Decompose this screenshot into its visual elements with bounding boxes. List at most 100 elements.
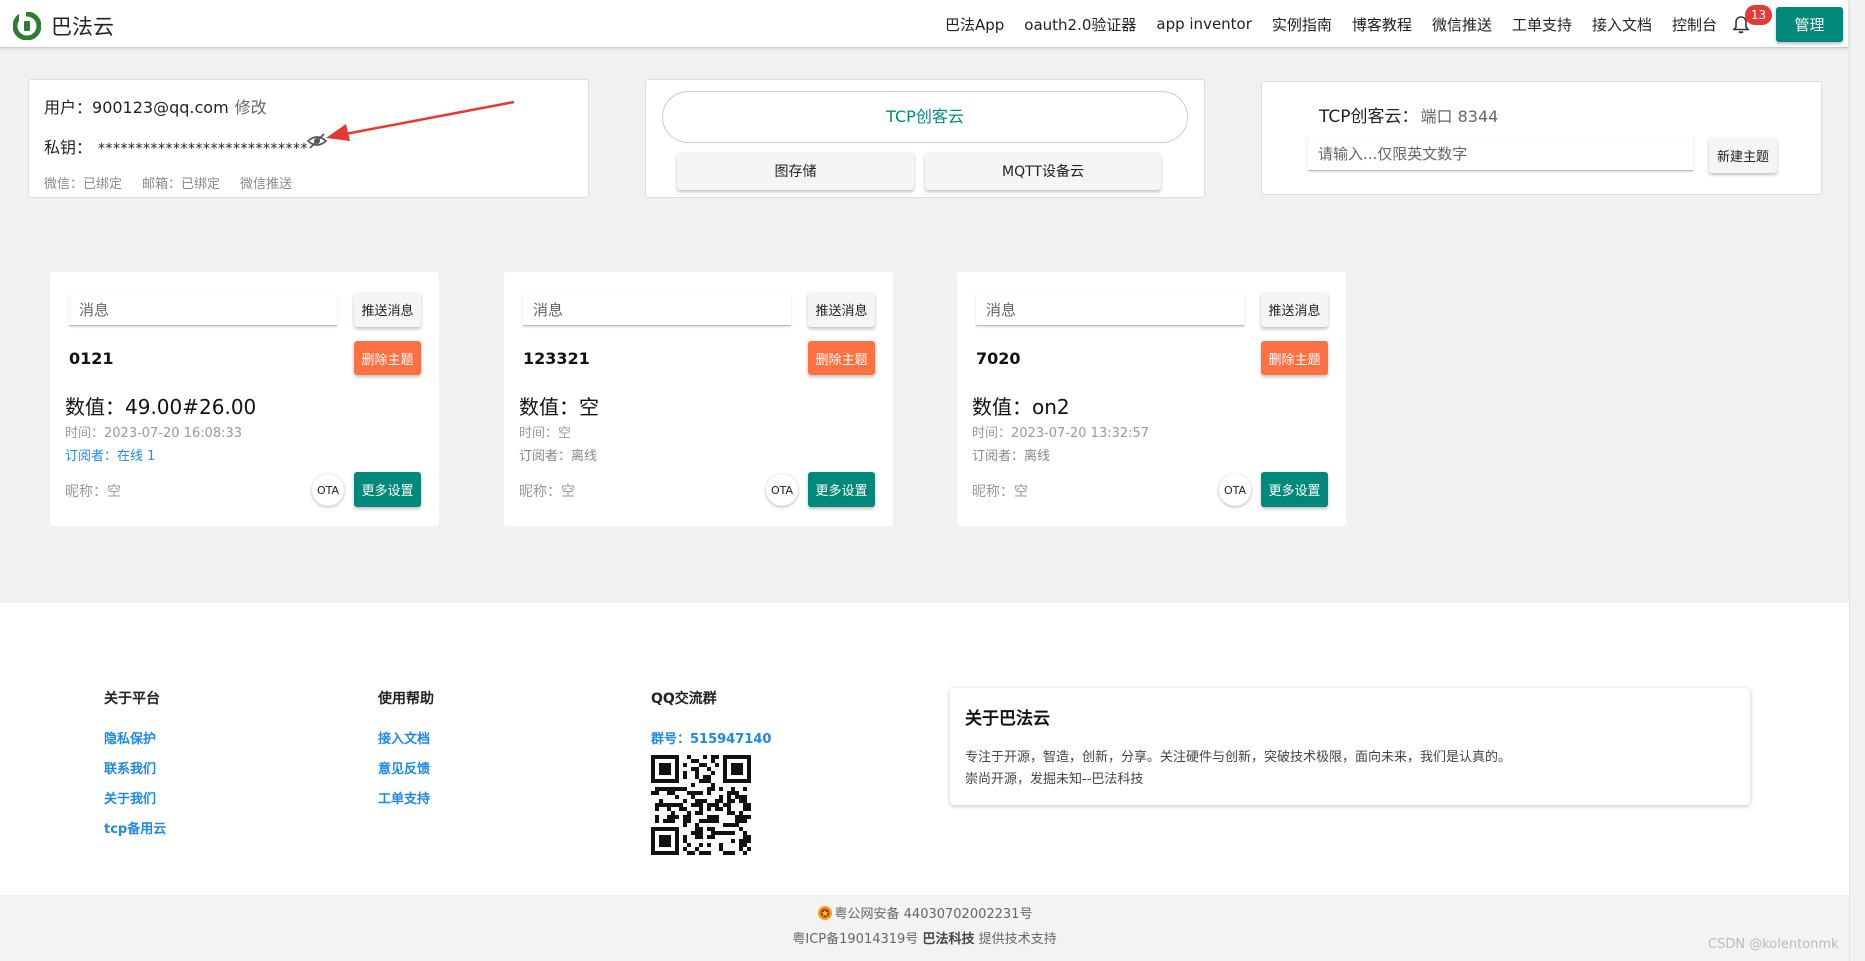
brand-name[interactable]: 巴法云	[51, 11, 114, 41]
message-input[interactable]	[976, 294, 1244, 326]
cloud-type-panel: TCP创客云 图存储 MQTT设备云	[645, 79, 1205, 198]
delete-topic-button[interactable]: 删除主题	[808, 341, 875, 375]
police-beian-text[interactable]: 粤公网安备 44030702002231号	[835, 907, 1033, 922]
topic-time: 时间：空	[519, 426, 572, 441]
more-settings-button[interactable]: 更多设置	[354, 472, 421, 507]
topic-nickname: 昵称：空	[972, 484, 1028, 500]
tcp-cloud-button[interactable]: TCP创客云	[662, 91, 1188, 143]
nav-item-blog[interactable]: 博客教程	[1342, 14, 1422, 35]
user-email: 900123@qq.com	[92, 98, 229, 117]
footer-link-contact[interactable]: 联系我们	[104, 758, 166, 777]
topic-card-123321: 推送消息 123321 删除主题 数值：空 时间：空 订阅者：离线 昵称：空 O…	[504, 272, 893, 526]
topic-card-0121: 推送消息 0121 删除主题 数值：49.00#26.00 时间：2023-07…	[50, 272, 439, 526]
bafa-logo-icon[interactable]	[13, 12, 41, 40]
new-topic-input[interactable]	[1308, 137, 1693, 171]
topic-value: 数值：空	[519, 395, 599, 419]
subscriber-label: 订阅者：	[65, 449, 118, 464]
about-line-2: 崇尚开源，发掘未知--巴法科技	[965, 772, 1144, 787]
ota-button[interactable]: OTA	[766, 474, 798, 506]
ota-button[interactable]: OTA	[1219, 474, 1251, 506]
footer-link-feedback[interactable]: 意见反馈	[378, 758, 434, 777]
account-panel: 用户：900123@qq.com 修改 私钥： ******************…	[28, 79, 589, 198]
nav-item-ticket-support[interactable]: 工单支持	[1502, 14, 1582, 35]
subscriber-status: 订阅者：离线	[519, 445, 597, 464]
tcp-port-info: TCP创客云： 端口 8344	[1319, 102, 1498, 127]
subscriber-value: 离线	[1024, 449, 1051, 464]
page-scrollbar[interactable]	[1849, 0, 1865, 961]
wechat-push-link[interactable]: 微信推送	[240, 173, 292, 192]
message-input[interactable]	[69, 294, 337, 326]
qq-group-number: 群号：515947140	[651, 732, 772, 747]
wechat-bind-status: 微信：已绑定	[44, 177, 123, 192]
about-title: 关于巴法云	[965, 709, 1050, 729]
topic-value: 数值：49.00#26.00	[65, 395, 257, 419]
user-info: 用户：900123@qq.com 修改	[44, 94, 267, 118]
more-settings-button[interactable]: 更多设置	[808, 472, 875, 507]
about-bafa-box: 关于巴法云 专注于开源，智造，创新，分享。关注硬件与创新，突破技术极限，面向未来…	[950, 688, 1750, 805]
subscriber-label: 订阅者：	[972, 449, 1025, 464]
footer-qq-column: QQ交流群 群号：515947140	[651, 688, 771, 859]
push-message-button[interactable]: 推送消息	[1261, 292, 1328, 327]
police-beian: 粤公网安备 44030702002231号	[0, 903, 1849, 922]
footer-link-tickets[interactable]: 工单支持	[378, 788, 434, 807]
footer-help-title: 使用帮助	[378, 691, 434, 707]
footer-link-docs[interactable]: 接入文档	[378, 728, 434, 747]
icp-beian: 粤ICP备19014319号 巴法科技 提供技术支持	[0, 928, 1849, 947]
nav-item-wechat-push[interactable]: 微信推送	[1422, 14, 1502, 35]
main-nav: 巴法App oauth2.0验证器 app inventor 实例指南 博客教程…	[907, 0, 1727, 48]
user-label: 用户：	[44, 98, 93, 117]
topic-name: 0121	[69, 349, 114, 368]
nav-item-examples[interactable]: 实例指南	[1262, 14, 1342, 35]
footer-qq-title: QQ交流群	[651, 691, 717, 707]
topic-time: 时间：2023-07-20 13:32:57	[972, 426, 1150, 441]
subscriber-status: 订阅者：在线 1	[65, 445, 155, 464]
footer-link-about[interactable]: 关于我们	[104, 788, 166, 807]
topic-card-7020: 推送消息 7020 删除主题 数值：on2 时间：2023-07-20 13:3…	[957, 272, 1346, 526]
notification-badge[interactable]: 13	[1745, 5, 1772, 25]
company-name: 巴法科技	[922, 932, 975, 947]
private-key-info: 私钥： ****************************	[44, 134, 308, 158]
email-bind-status: 邮箱：已绑定	[142, 177, 221, 192]
site-footer: 关于平台 隐私保护 联系我们 关于我们 tcp备用云 使用帮助 接入文档 意见反…	[0, 603, 1849, 895]
beian-bar: 粤公网安备 44030702002231号 粤ICP备19014319号 巴法科…	[0, 895, 1849, 961]
message-input[interactable]	[523, 294, 791, 326]
top-navbar: 巴法云 巴法App oauth2.0验证器 app inventor 实例指南 …	[0, 0, 1848, 48]
delete-topic-button[interactable]: 删除主题	[1261, 341, 1328, 375]
nav-item-docs[interactable]: 接入文档	[1582, 14, 1662, 35]
nav-item-console[interactable]: 控制台	[1662, 14, 1727, 35]
icp-text[interactable]: 粤ICP备19014319号	[792, 932, 918, 947]
subscriber-label: 订阅者：	[519, 449, 572, 464]
footer-link-tcp-backup[interactable]: tcp备用云	[104, 818, 166, 837]
footer-help-column: 使用帮助 接入文档 意见反馈 工单支持	[378, 688, 434, 818]
subscriber-value: 在线 1	[117, 449, 156, 464]
nav-item-app-inventor[interactable]: app inventor	[1146, 15, 1262, 33]
edit-email-link[interactable]: 修改	[235, 98, 267, 117]
qr-code-image	[651, 755, 751, 855]
topic-value: 数值：on2	[972, 395, 1070, 419]
topic-nickname: 昵称：空	[65, 484, 121, 500]
police-badge-icon	[817, 906, 832, 920]
topic-time: 时间：2023-07-20 16:08:33	[65, 426, 243, 441]
ota-button[interactable]: OTA	[312, 474, 344, 506]
binding-status: 微信：已绑定 邮箱：已绑定 微信推送	[44, 173, 292, 192]
nav-item-oauth-validator[interactable]: oauth2.0验证器	[1014, 14, 1146, 35]
push-message-button[interactable]: 推送消息	[808, 292, 875, 327]
push-message-button[interactable]: 推送消息	[354, 292, 421, 327]
tcp-port: 端口 8344	[1420, 107, 1499, 126]
topic-nickname: 昵称：空	[519, 484, 575, 500]
image-storage-button[interactable]: 图存储	[677, 152, 914, 190]
subscriber-value: 离线	[571, 449, 598, 464]
nav-item-bafa-app[interactable]: 巴法App	[935, 14, 1014, 35]
more-settings-button[interactable]: 更多设置	[1261, 472, 1328, 507]
footer-platform-title: 关于平台	[104, 691, 160, 707]
mqtt-cloud-button[interactable]: MQTT设备云	[925, 152, 1161, 190]
red-arrow-annotation	[326, 100, 515, 141]
footer-link-privacy[interactable]: 隐私保护	[104, 728, 166, 747]
manage-button[interactable]: 管理	[1776, 7, 1843, 42]
delete-topic-button[interactable]: 删除主题	[354, 341, 421, 375]
csdn-watermark: CSDN @kolentonmk	[1708, 937, 1839, 952]
support-text: 提供技术支持	[978, 932, 1057, 947]
new-topic-button[interactable]: 新建主题	[1709, 137, 1777, 173]
tcp-title: TCP创客云：	[1319, 107, 1419, 127]
topic-name: 123321	[523, 349, 590, 368]
